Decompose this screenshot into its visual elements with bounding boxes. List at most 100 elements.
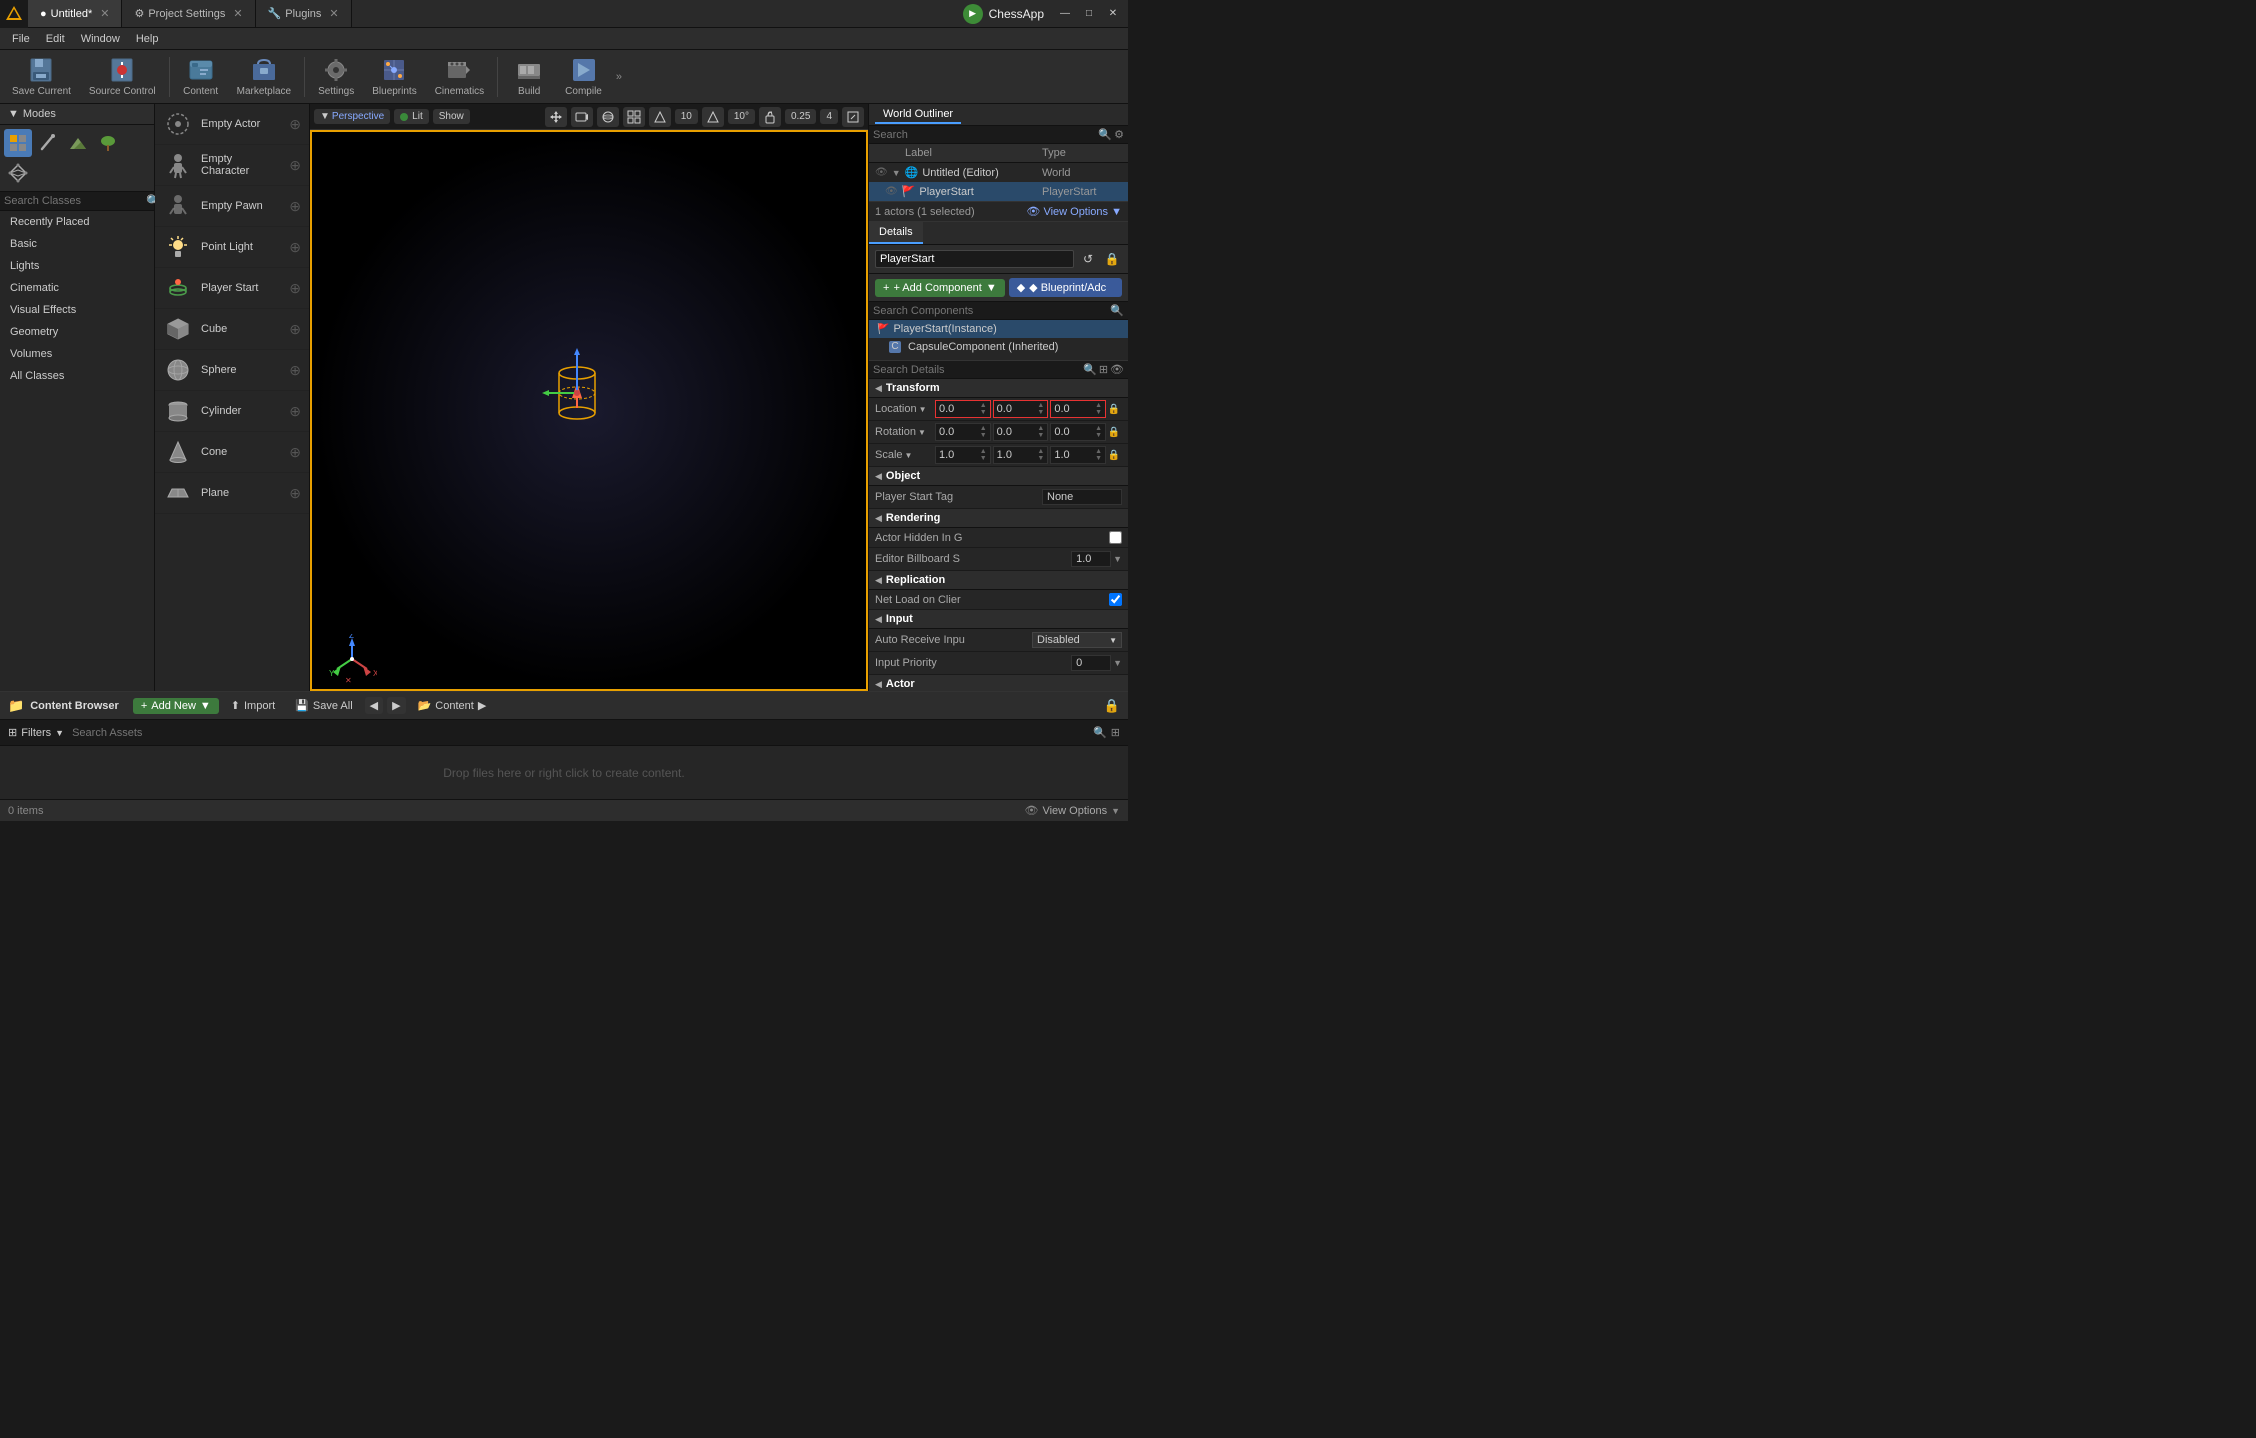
- rotation-lock-icon[interactable]: 🔒: [1106, 424, 1122, 440]
- category-lights[interactable]: Lights: [0, 255, 154, 277]
- mode-place[interactable]: [4, 129, 32, 157]
- save-all-btn[interactable]: 💾 Save All: [287, 697, 360, 714]
- tab-project-settings[interactable]: ⚙ Project Settings ✕: [122, 0, 255, 27]
- vp-lit-btn[interactable]: Lit: [394, 109, 429, 124]
- close-button[interactable]: ✕: [1102, 5, 1124, 23]
- scale-lock-icon[interactable]: 🔒: [1106, 447, 1122, 463]
- tab-close[interactable]: ✕: [100, 7, 109, 20]
- details-reset-btn[interactable]: ↺: [1078, 249, 1098, 269]
- mode-foliage[interactable]: [94, 129, 122, 157]
- lock-icon[interactable]: 🔒: [1104, 698, 1120, 714]
- vp-perspective-btn[interactable]: ▼ Perspective: [314, 109, 390, 124]
- content-view-icon[interactable]: ⊞: [1111, 726, 1120, 739]
- actor-hidden-checkbox[interactable]: [1109, 531, 1122, 544]
- details-lock-btn[interactable]: 🔒: [1102, 249, 1122, 269]
- toolbar-marketplace[interactable]: Marketplace: [229, 52, 299, 102]
- rotation-z-input[interactable]: 0.0 ▲▼: [1050, 423, 1106, 441]
- search-classes-input[interactable]: [4, 195, 146, 207]
- toolbar-build[interactable]: Build: [503, 52, 555, 102]
- place-cylinder[interactable]: Cylinder ⊕: [155, 391, 309, 432]
- blueprint-btn[interactable]: ◆ ◆ Blueprint/Adc: [1009, 278, 1122, 297]
- category-volumes[interactable]: Volumes: [0, 343, 154, 365]
- location-z-input[interactable]: 0.0 ▲▼: [1050, 400, 1106, 418]
- outliner-item-world[interactable]: 👁 ▼ 🌐 Untitled (Editor) World: [869, 163, 1128, 182]
- component-capsule[interactable]: C CapsuleComponent (Inherited): [869, 338, 1128, 356]
- toolbar-cinematics[interactable]: Cinematics: [427, 52, 492, 102]
- auto-receive-dropdown[interactable]: Disabled ▼: [1032, 632, 1122, 648]
- place-empty-pawn[interactable]: Empty Pawn ⊕: [155, 186, 309, 227]
- place-cone[interactable]: Cone ⊕: [155, 432, 309, 473]
- details-name-input[interactable]: [875, 250, 1074, 268]
- transform-section-header[interactable]: ◀ Transform: [869, 379, 1128, 398]
- mode-landscape[interactable]: [64, 129, 92, 157]
- category-cinematic[interactable]: Cinematic: [0, 277, 154, 299]
- vp-num-btn[interactable]: 4: [820, 109, 838, 124]
- component-playerstart[interactable]: 🚩 PlayerStart(Instance): [869, 320, 1128, 338]
- mode-paint[interactable]: [34, 129, 62, 157]
- outliner-search-input[interactable]: [873, 129, 1098, 141]
- forward-btn[interactable]: ▶: [387, 697, 405, 714]
- menu-file[interactable]: File: [4, 31, 38, 47]
- place-empty-character[interactable]: Empty Character ⊕: [155, 145, 309, 186]
- place-cube[interactable]: Cube ⊕: [155, 309, 309, 350]
- menu-edit[interactable]: Edit: [38, 31, 73, 47]
- 3d-viewport[interactable]: X Z Y ✕: [310, 130, 868, 691]
- outliner-options-icon[interactable]: ⚙: [1114, 128, 1124, 141]
- minimize-button[interactable]: —: [1054, 5, 1076, 23]
- tab-world-outliner[interactable]: World Outliner: [875, 106, 961, 124]
- add-new-btn[interactable]: + Add New ▼: [133, 698, 219, 714]
- menu-help[interactable]: Help: [128, 31, 167, 47]
- category-geometry[interactable]: Geometry: [0, 321, 154, 343]
- vp-camera-speed-btn[interactable]: 0.25: [785, 109, 816, 124]
- editor-billboard-arrow[interactable]: ▼: [1113, 554, 1122, 564]
- content-drop-area[interactable]: Drop files here or right click to create…: [0, 746, 1128, 799]
- location-x-input[interactable]: 0.0 ▲▼: [935, 400, 991, 418]
- place-point-light[interactable]: Point Light ⊕: [155, 227, 309, 268]
- outliner-item-playerstart[interactable]: 👁 🚩 PlayerStart PlayerStart: [869, 182, 1128, 201]
- vp-show-btn[interactable]: Show: [433, 109, 470, 124]
- place-sphere[interactable]: Sphere ⊕: [155, 350, 309, 391]
- category-visual-effects[interactable]: Visual Effects: [0, 299, 154, 321]
- scale-x-input[interactable]: 1.0 ▲▼: [935, 446, 991, 464]
- toolbar-content[interactable]: Content: [175, 52, 227, 102]
- vp-camera-btn[interactable]: [571, 107, 593, 127]
- import-btn[interactable]: ⬆ Import: [223, 697, 283, 714]
- vp-snap-btn[interactable]: [702, 107, 724, 127]
- filters-btn[interactable]: ⊞ Filters ▼: [8, 726, 64, 739]
- rendering-section-header[interactable]: ◀ Rendering: [869, 509, 1128, 528]
- vp-lock-btn[interactable]: [759, 107, 781, 127]
- rotation-x-input[interactable]: 0.0 ▲▼: [935, 423, 991, 441]
- vp-angle-btn[interactable]: 10°: [728, 109, 755, 124]
- toolbar-save-current[interactable]: Save Current: [4, 52, 79, 102]
- scale-z-input[interactable]: 1.0 ▲▼: [1050, 446, 1106, 464]
- view-options-btn[interactable]: 👁 View Options ▼: [1026, 205, 1122, 218]
- detail-eye-icon[interactable]: 👁: [1110, 363, 1124, 376]
- place-plane[interactable]: Plane ⊕: [155, 473, 309, 514]
- vp-maximize-btn[interactable]: [842, 107, 864, 127]
- menu-window[interactable]: Window: [73, 31, 128, 47]
- vp-triangle-btn[interactable]: [649, 107, 671, 127]
- toolbar-more[interactable]: »: [612, 71, 626, 83]
- place-player-start[interactable]: Player Start ⊕: [155, 268, 309, 309]
- content-search-input[interactable]: [72, 727, 1093, 739]
- detail-col-icon[interactable]: ⊞: [1099, 363, 1108, 376]
- input-section-header[interactable]: ◀ Input: [869, 610, 1128, 629]
- back-btn[interactable]: ◀: [365, 697, 383, 714]
- mode-mesh[interactable]: [4, 159, 32, 187]
- location-y-input[interactable]: 0.0 ▲▼: [993, 400, 1049, 418]
- vp-translate-btn[interactable]: [545, 107, 567, 127]
- object-section-header[interactable]: ◀ Object: [869, 467, 1128, 486]
- net-load-checkbox[interactable]: [1109, 593, 1122, 606]
- toolbar-compile[interactable]: Compile: [557, 52, 610, 102]
- maximize-button[interactable]: □: [1078, 5, 1100, 23]
- add-component-btn[interactable]: + + Add Component ▼: [875, 279, 1005, 297]
- tab-close[interactable]: ✕: [233, 7, 242, 20]
- search-components-input[interactable]: [873, 305, 1110, 317]
- category-all-classes[interactable]: All Classes: [0, 365, 154, 387]
- vp-grid-size-btn[interactable]: 10: [675, 109, 698, 124]
- category-basic[interactable]: Basic: [0, 233, 154, 255]
- tab-close[interactable]: ✕: [329, 7, 338, 20]
- content-folder-btn[interactable]: 📂 Content ▶: [410, 697, 495, 714]
- toolbar-blueprints[interactable]: Blueprints: [364, 52, 424, 102]
- vp-grid-btn[interactable]: [623, 107, 645, 127]
